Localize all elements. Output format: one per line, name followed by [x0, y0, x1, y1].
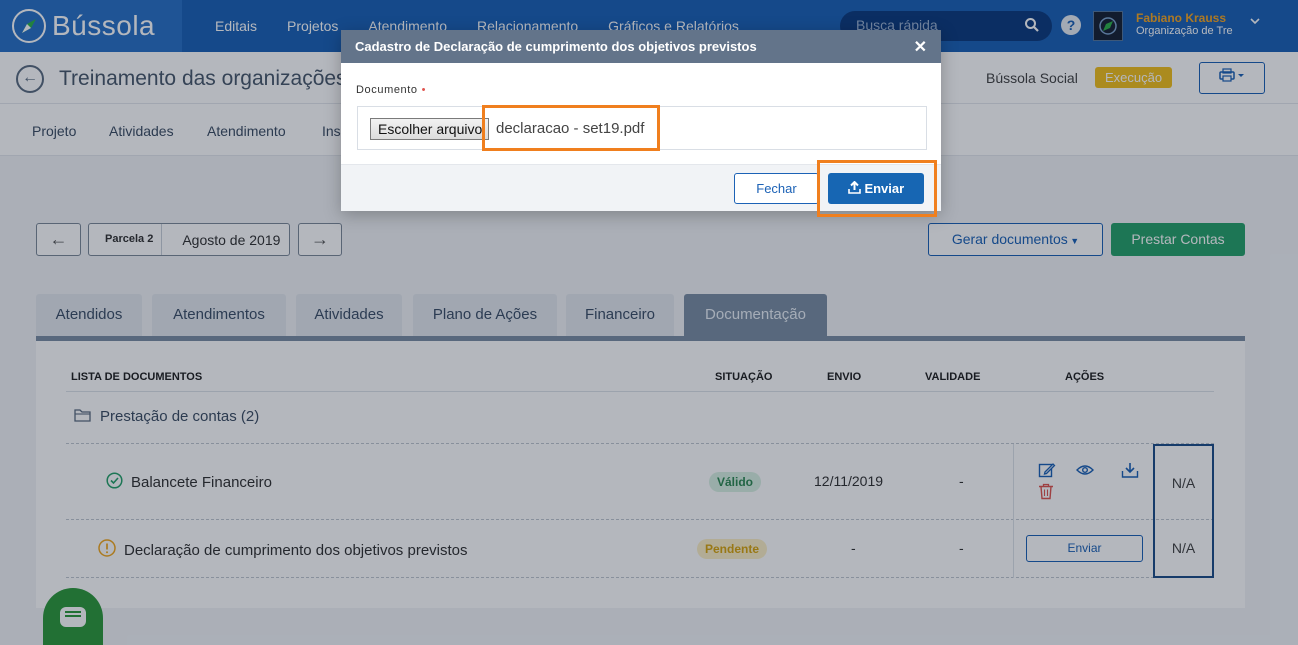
send-button-highlight — [817, 160, 937, 217]
file-name-highlight — [482, 105, 660, 151]
document-field-label: Documento • — [356, 84, 426, 96]
document-label-text: Documento — [356, 84, 418, 96]
modal-title: Cadastro de Declaração de cumprimento do… — [355, 39, 757, 54]
close-button[interactable]: Fechar — [734, 173, 819, 204]
modal-header: Cadastro de Declaração de cumprimento do… — [341, 30, 941, 63]
upload-modal: Cadastro de Declaração de cumprimento do… — [341, 30, 941, 217]
required-mark: • — [421, 84, 427, 96]
close-icon[interactable]: ✕ — [914, 37, 927, 57]
choose-file-button[interactable]: Escolher arquivo — [370, 118, 489, 140]
